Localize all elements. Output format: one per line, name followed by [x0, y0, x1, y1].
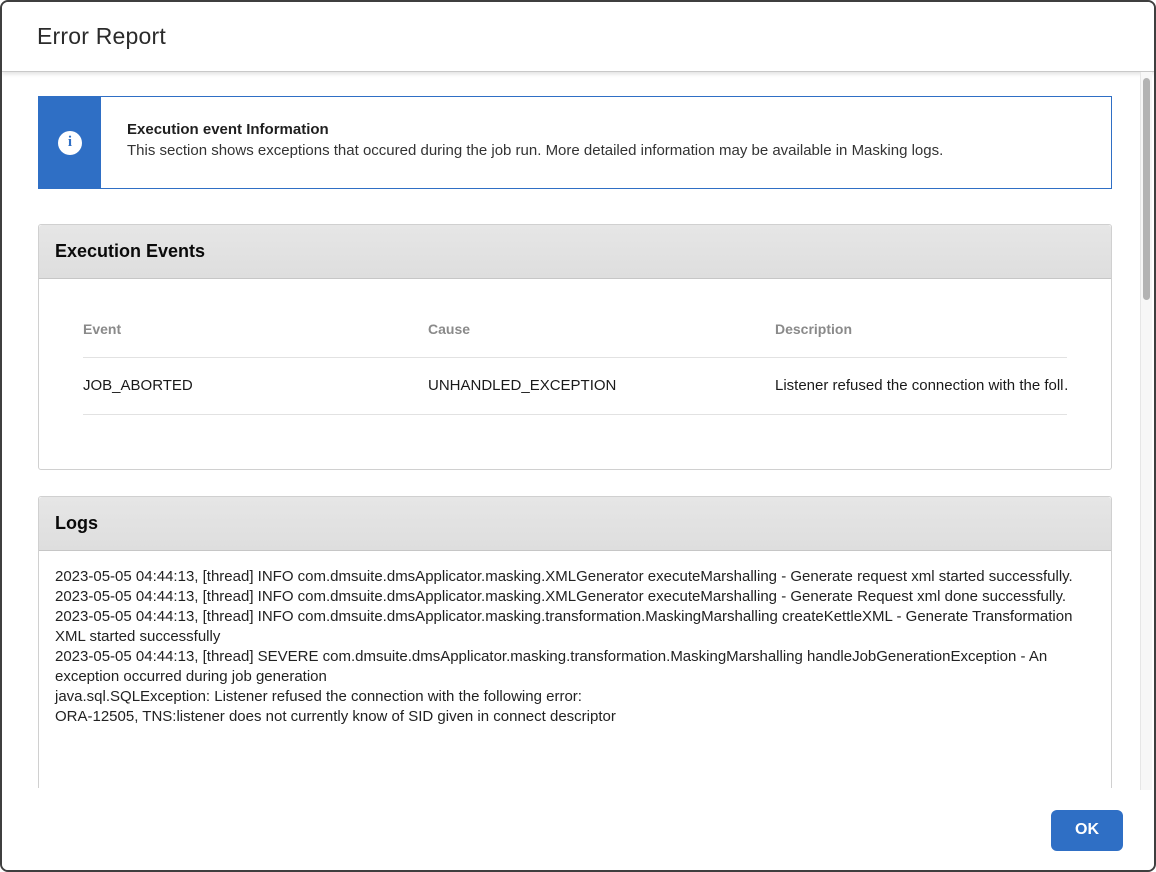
log-entry: java.sql.SQLException: Listener refused … — [55, 687, 1091, 707]
execution-events-panel: Execution Events Event Cause Description… — [38, 224, 1112, 470]
description-cell: Listener refused the connection with the… — [775, 358, 1067, 414]
log-entry: 2023-05-05 04:44:13, [thread] SEVERE com… — [55, 647, 1091, 687]
log-entry: 2023-05-05 04:44:13, [thread] INFO com.d… — [55, 587, 1091, 607]
info-banner-text: Execution event Information This section… — [101, 97, 963, 188]
event-cell: JOB_ABORTED — [83, 358, 428, 414]
info-banner-description: This section shows exceptions that occur… — [127, 140, 943, 161]
column-header-cause: Cause — [428, 279, 775, 357]
column-header-event: Event — [83, 279, 428, 357]
info-banner-title: Execution event Information — [127, 119, 943, 140]
log-entry: ORA-12505, TNS:listener does not current… — [55, 707, 1091, 727]
logs-title: Logs — [55, 513, 98, 534]
logs-panel: Logs 2023-05-05 04:44:13, [thread] INFO … — [38, 496, 1112, 788]
column-header-description: Description — [775, 279, 1067, 357]
info-banner: i Execution event Information This secti… — [38, 96, 1112, 189]
page-title: Error Report — [37, 23, 166, 50]
execution-events-header: Execution Events — [39, 225, 1111, 279]
logs-body: 2023-05-05 04:44:13, [thread] INFO com.d… — [39, 551, 1111, 727]
execution-events-table: Event Cause Description JOB_ABORTED UNHA… — [39, 279, 1111, 415]
scrollbar-thumb[interactable] — [1143, 78, 1150, 300]
dialog-body: i Execution event Information This secti… — [2, 72, 1154, 790]
execution-events-title: Execution Events — [55, 241, 205, 262]
dialog-footer: OK — [2, 790, 1154, 870]
table-header-row: Event Cause Description — [83, 279, 1067, 358]
logs-header: Logs — [39, 497, 1111, 551]
dialog-titlebar: Error Report — [2, 2, 1154, 72]
cause-cell: UNHANDLED_EXCEPTION — [428, 358, 775, 414]
log-entry: 2023-05-05 04:44:13, [thread] INFO com.d… — [55, 607, 1091, 647]
error-report-dialog: Error Report i Execution event Informati… — [0, 0, 1156, 872]
table-row: JOB_ABORTED UNHANDLED_EXCEPTION Listener… — [83, 358, 1067, 415]
info-icon: i — [58, 131, 82, 155]
log-entry: 2023-05-05 04:44:13, [thread] INFO com.d… — [55, 567, 1091, 587]
ok-button[interactable]: OK — [1051, 810, 1123, 851]
info-banner-icon-box: i — [39, 97, 101, 188]
scrollbar[interactable] — [1140, 72, 1152, 790]
